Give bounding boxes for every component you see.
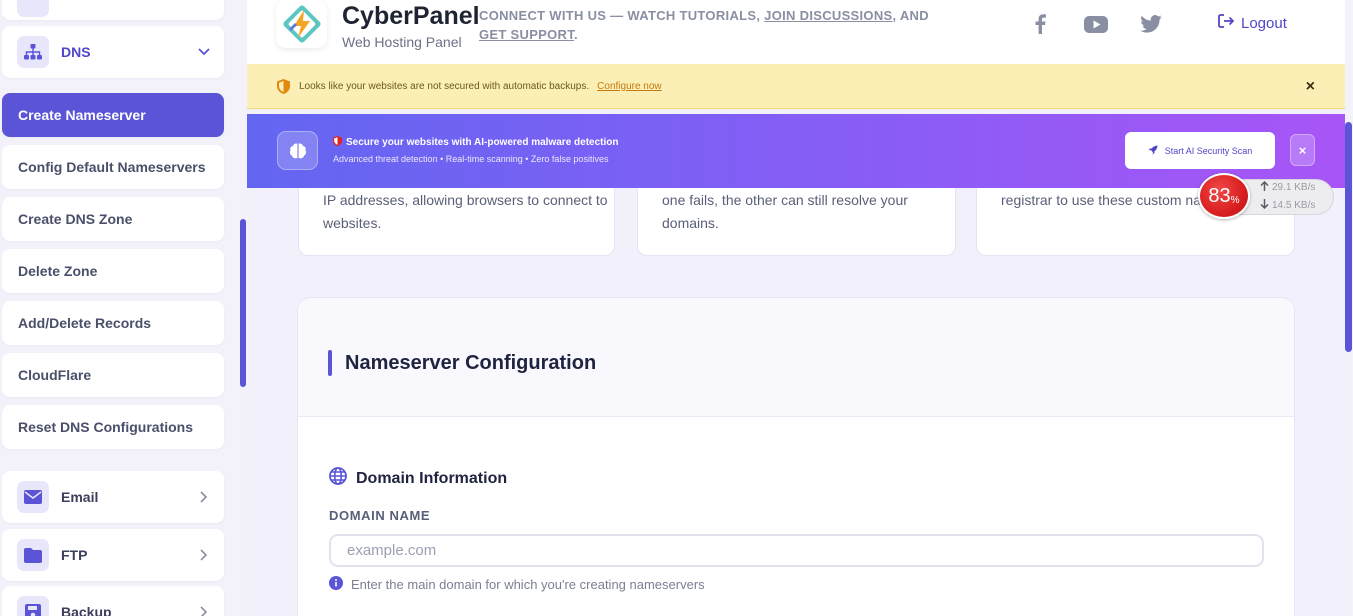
sign-out-icon bbox=[1218, 14, 1235, 32]
title-accent-bar bbox=[328, 350, 332, 376]
youtube-icon[interactable] bbox=[1084, 13, 1108, 35]
network-speed-widget[interactable]: 29.1 KB/s 14.5 KB/s 83 % bbox=[1198, 173, 1334, 219]
logout-button[interactable]: Logout bbox=[1218, 14, 1287, 32]
ai-banner-subtitle: Advanced threat detection • Real-time sc… bbox=[333, 154, 609, 164]
domain-help-text: Enter the main domain for which you're c… bbox=[329, 576, 705, 593]
top-bar: CyberPanel Web Hosting Panel CONNECT WIT… bbox=[247, 0, 1345, 64]
save-icon bbox=[17, 596, 49, 616]
connect-text: CONNECT WITH US — WATCH TUTORIALS, JOIN … bbox=[479, 6, 959, 44]
get-support-link[interactable]: GET SUPPORT bbox=[479, 27, 574, 42]
connect-mid: , AND bbox=[892, 8, 929, 23]
envelope-icon bbox=[17, 481, 49, 513]
arrow-up-icon bbox=[1260, 180, 1269, 194]
info-icon bbox=[329, 576, 343, 593]
sidebar-subitem-add-delete-records[interactable]: Add/Delete Records bbox=[2, 301, 224, 345]
domain-name-input[interactable] bbox=[329, 534, 1264, 567]
download-speed-value: 14.5 KB/s bbox=[1272, 200, 1316, 211]
arrow-down-icon bbox=[1260, 199, 1269, 212]
page-title: Nameserver Configuration bbox=[345, 352, 597, 374]
sidebar-subitem-create-dns-zone[interactable]: Create DNS Zone bbox=[2, 197, 224, 241]
rocket-icon bbox=[1148, 145, 1158, 157]
chevron-right-icon bbox=[194, 606, 214, 616]
logout-label: Logout bbox=[1241, 14, 1287, 32]
join-discussions-link[interactable]: JOIN DISCUSSIONS bbox=[764, 8, 892, 23]
sidebar-item-email[interactable]: Email bbox=[2, 471, 224, 523]
sidebar-subitem-config-default-nameservers[interactable]: Config Default Nameservers bbox=[2, 145, 224, 189]
chevron-right-icon bbox=[194, 491, 214, 503]
chevron-down-icon bbox=[194, 48, 214, 56]
brand-name: CyberPanel bbox=[342, 2, 480, 30]
sidebar-item-previous[interactable] bbox=[2, 0, 224, 20]
sidebar-scrollbar[interactable] bbox=[240, 219, 246, 387]
page-scrollbar-thumb[interactable] bbox=[1345, 122, 1352, 352]
facebook-icon[interactable] bbox=[1029, 13, 1051, 35]
sidebar-subitem-cloudflare[interactable]: CloudFlare bbox=[2, 353, 224, 397]
ai-banner-title: Secure your websites with AI-powered mal… bbox=[333, 136, 618, 149]
cpu-usage-badge: 83 % bbox=[1198, 173, 1250, 219]
configure-now-link[interactable]: Configure now bbox=[597, 81, 661, 92]
connect-suffix: . bbox=[574, 27, 578, 42]
sidebar-item-label: Email bbox=[61, 489, 99, 505]
ai-security-banner: Secure your websites with AI-powered mal… bbox=[247, 114, 1345, 188]
menu-icon bbox=[17, 0, 49, 17]
sidebar-subitem-reset-dns[interactable]: Reset DNS Configurations bbox=[2, 405, 224, 449]
start-ai-scan-label: Start AI Security Scan bbox=[1164, 145, 1253, 156]
sidebar-item-ftp[interactable]: FTP bbox=[2, 529, 224, 581]
twitter-icon[interactable] bbox=[1139, 13, 1163, 35]
cyberpanel-logo[interactable] bbox=[276, 0, 327, 48]
shield-icon bbox=[277, 78, 290, 94]
sidebar: DNS Create Nameserver Config Default Nam… bbox=[0, 0, 247, 616]
cpu-usage-value: 83 bbox=[1208, 184, 1231, 207]
close-icon[interactable]: × bbox=[1306, 78, 1315, 96]
ai-banner-title-text: Secure your websites with AI-powered mal… bbox=[346, 137, 619, 148]
section-title-text: Domain Information bbox=[356, 469, 508, 487]
upload-speed: 29.1 KB/s bbox=[1260, 180, 1316, 194]
sidebar-item-label: Backup bbox=[61, 604, 112, 616]
chevron-right-icon bbox=[194, 549, 214, 561]
sidebar-item-label: FTP bbox=[61, 547, 88, 563]
shield-alert-icon bbox=[333, 136, 342, 149]
info-card-text: one fails, the other can still resolve y… bbox=[662, 192, 908, 231]
domain-name-label: DOMAIN NAME bbox=[329, 508, 431, 523]
connect-prefix: CONNECT WITH US — WATCH TUTORIALS, bbox=[479, 8, 765, 23]
sidebar-subitem-delete-zone[interactable]: Delete Zone bbox=[2, 249, 224, 293]
percent-sign: % bbox=[1230, 194, 1240, 206]
brand-subtitle: Web Hosting Panel bbox=[342, 34, 462, 50]
start-ai-scan-button[interactable]: Start AI Security Scan bbox=[1125, 132, 1275, 169]
backup-warning-message: Looks like your websites are not secured… bbox=[299, 80, 590, 92]
download-speed: 14.5 KB/s bbox=[1260, 199, 1315, 212]
sidebar-subitem-create-nameserver[interactable]: Create Nameserver bbox=[2, 93, 224, 137]
close-icon[interactable]: × bbox=[1290, 134, 1315, 166]
sitemap-icon bbox=[17, 36, 49, 68]
domain-help-text-value: Enter the main domain for which you're c… bbox=[351, 577, 705, 592]
backup-warning-banner: Looks like your websites are not secured… bbox=[247, 64, 1345, 109]
brain-icon bbox=[277, 131, 318, 170]
nameserver-config-card: Nameserver Configuration Domain Informat… bbox=[297, 297, 1295, 616]
sidebar-item-dns[interactable]: DNS bbox=[2, 26, 224, 78]
upload-speed-value: 29.1 KB/s bbox=[1272, 182, 1316, 193]
card-header: Nameserver Configuration bbox=[298, 298, 1294, 417]
folder-icon bbox=[17, 539, 49, 571]
sidebar-item-label: DNS bbox=[61, 44, 91, 60]
globe-icon bbox=[329, 467, 347, 490]
sidebar-item-backup[interactable]: Backup bbox=[2, 586, 224, 616]
info-card-text: IP addresses, allowing browsers to conne… bbox=[323, 192, 608, 231]
section-title: Domain Information bbox=[329, 467, 507, 490]
